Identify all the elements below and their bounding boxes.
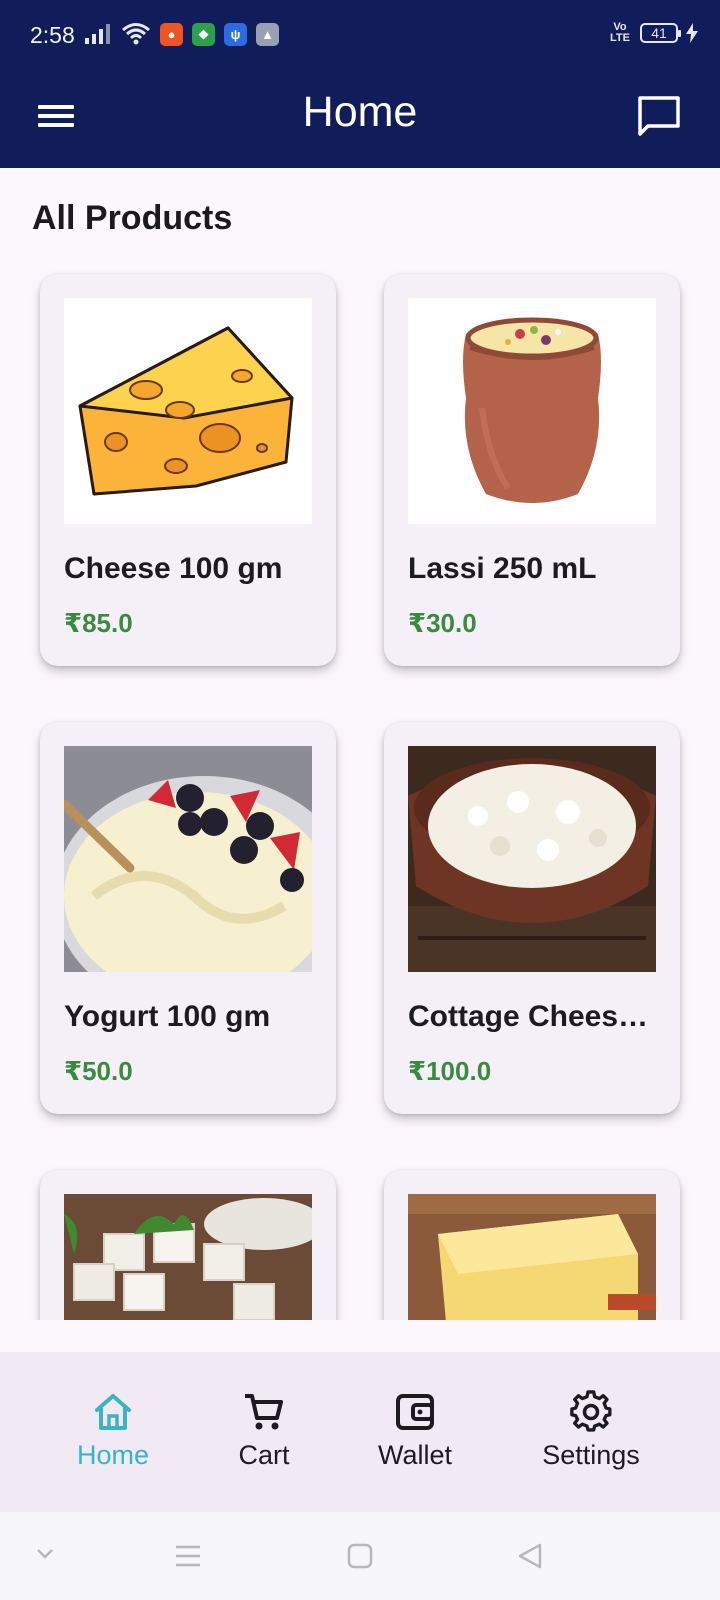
nav-settings-label: Settings — [542, 1440, 640, 1470]
back-triangle-icon[interactable] — [516, 1542, 544, 1570]
section-title: All Products — [32, 199, 233, 237]
product-name: Yogurt 100 gm — [64, 1000, 271, 1033]
network-type: Vo LTE — [610, 21, 630, 44]
nav-cart-label: Cart — [238, 1440, 290, 1470]
bottom-navigation: Home Cart Wallet Settings — [0, 1352, 720, 1512]
chevron-down-icon[interactable] — [34, 1542, 56, 1564]
signal-icon — [85, 24, 110, 44]
nav-cart[interactable]: Cart — [224, 1390, 304, 1471]
status-left-icons: ● ◆ ψ ▲ — [84, 22, 279, 46]
app-bar: Home — [0, 70, 720, 168]
product-image — [408, 1194, 656, 1320]
drive-icon: ▲ — [256, 22, 279, 46]
wallet-icon — [396, 1394, 434, 1430]
cart-icon — [245, 1394, 283, 1430]
nav-wallet-label: Wallet — [377, 1440, 452, 1470]
paneer-cubes-photo — [64, 1194, 312, 1320]
product-price: ₹50.0 — [64, 1056, 133, 1086]
product-image — [408, 298, 656, 524]
product-name: Lassi 250 mL — [408, 552, 597, 585]
product-card[interactable]: Cottage Chees… ₹100.0 — [384, 722, 680, 1114]
wifi-icon — [122, 23, 150, 45]
page-title: Home — [302, 88, 418, 136]
product-card[interactable] — [40, 1170, 336, 1320]
product-price: ₹85.0 — [64, 608, 133, 638]
product-card[interactable] — [384, 1170, 680, 1320]
product-image — [64, 298, 312, 524]
product-card[interactable]: Yogurt 100 gm ₹50.0 — [40, 722, 336, 1114]
home-square-icon[interactable] — [346, 1542, 374, 1570]
battery-icon: 41 — [640, 23, 681, 43]
product-price: ₹30.0 — [408, 608, 477, 638]
product-card[interactable]: Cheese 100 gm ₹85.0 — [40, 274, 336, 666]
cheese-wedge-illustration — [78, 326, 294, 496]
product-image — [408, 746, 656, 972]
yogurt-berries-photo — [64, 746, 312, 972]
chat-button[interactable] — [636, 94, 682, 140]
lassi-clay-cup-photo — [463, 317, 601, 503]
nav-home-label: Home — [76, 1440, 150, 1470]
charging-icon — [686, 23, 698, 43]
chat-icon — [638, 96, 680, 136]
shield-app-icon: ◆ — [192, 22, 215, 46]
gear-icon — [570, 1390, 612, 1432]
home-icon — [95, 1394, 131, 1430]
battery-level: 41 — [651, 25, 667, 41]
product-name: Cheese 100 gm — [64, 552, 283, 585]
status-time: 2:58 — [30, 22, 75, 48]
cottage-cheese-bowl-photo — [408, 746, 656, 972]
usb-icon: ψ — [224, 22, 247, 46]
product-image — [64, 746, 312, 972]
nav-settings[interactable]: Settings — [531, 1390, 651, 1471]
location-app-icon: ● — [160, 22, 183, 46]
nav-wallet[interactable]: Wallet — [365, 1390, 465, 1471]
product-list[interactable]: All Products Cheese 100 gm ₹85.0 Lassi 2… — [0, 168, 720, 1320]
recents-menu-icon[interactable] — [174, 1542, 202, 1570]
product-image — [64, 1194, 312, 1320]
status-right: Vo LTE 41 — [608, 22, 698, 44]
nav-home[interactable]: Home — [73, 1390, 153, 1471]
product-price: ₹100.0 — [408, 1056, 492, 1086]
system-navigation-bar — [0, 1512, 720, 1600]
product-card[interactable]: Lassi 250 mL ₹30.0 — [384, 274, 680, 666]
status-bar: 2:58 ● ◆ ψ ▲ Vo LTE 41 — [0, 0, 720, 70]
product-name: Cottage Chees… — [408, 1000, 649, 1033]
butter-block-photo — [408, 1194, 656, 1320]
